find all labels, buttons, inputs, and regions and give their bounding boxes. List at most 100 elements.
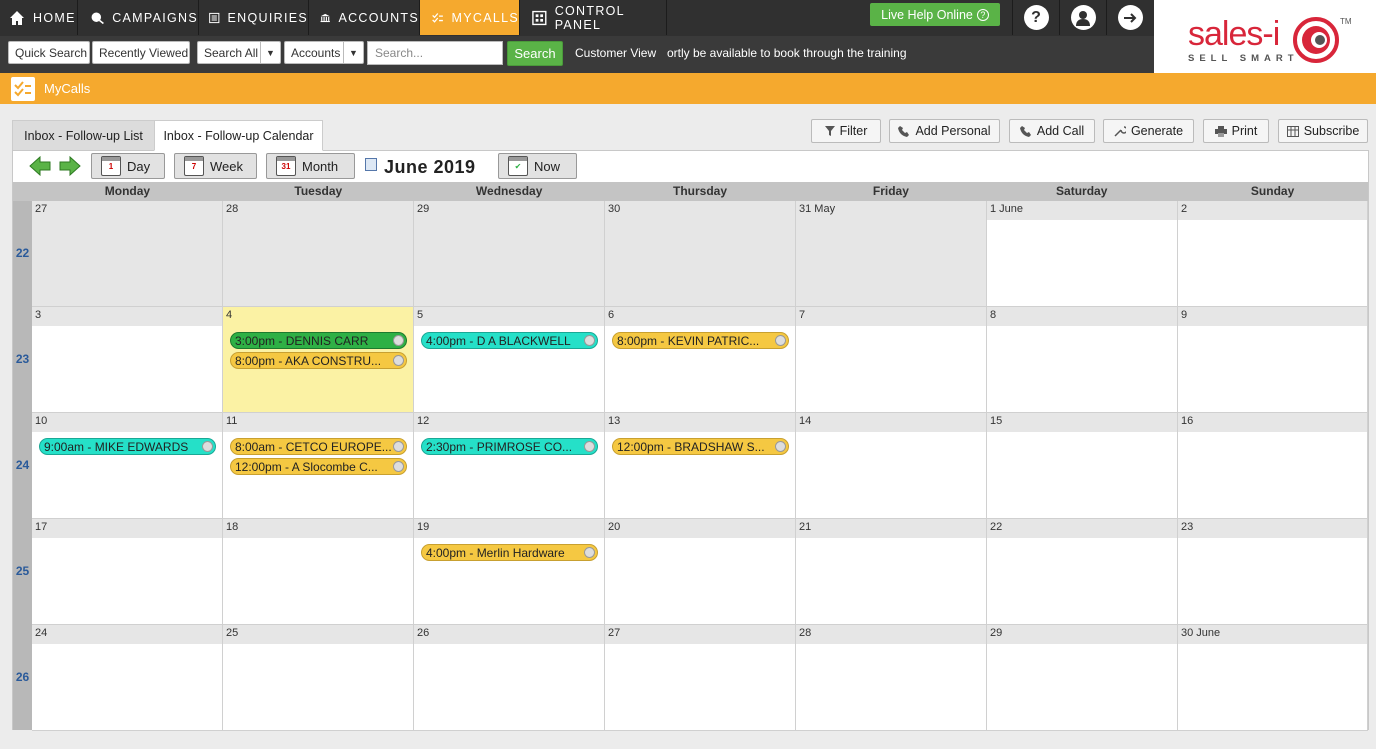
calendar-event[interactable]: 4:00pm - Merlin Hardware: [421, 544, 598, 561]
quick-search-button[interactable]: Quick Search: [8, 41, 90, 64]
user-profile-button[interactable]: [1059, 0, 1106, 35]
day-view-button[interactable]: 1 Day: [91, 153, 165, 179]
day-cell[interactable]: 16: [1178, 413, 1368, 519]
logout-button[interactable]: [1106, 0, 1153, 35]
recently-viewed-button[interactable]: Recently Viewed: [92, 41, 190, 64]
previous-arrow-icon[interactable]: [29, 156, 51, 176]
week-number[interactable]: 22: [13, 246, 32, 260]
nav-accounts[interactable]: ACCOUNTS: [309, 0, 420, 35]
calendar-event[interactable]: 4:00pm - D A BLACKWELL: [421, 332, 598, 349]
now-button[interactable]: ✔ Now: [498, 153, 577, 179]
day-cell[interactable]: 20: [605, 519, 796, 625]
weekday-header: Monday Tuesday Wednesday Thursday Friday Satu…: [13, 182, 1368, 201]
day-cell[interactable]: 3: [32, 307, 223, 413]
day-cell[interactable]: 24: [32, 625, 223, 731]
day-cell[interactable]: 28: [796, 625, 987, 731]
day-cell[interactable]: 19: [414, 519, 605, 625]
nav-enquiries[interactable]: ENQUIRIES: [199, 0, 309, 35]
next-arrow-icon[interactable]: [59, 156, 81, 176]
nav-mycalls[interactable]: MYCALLS: [420, 0, 520, 35]
live-help-button[interactable]: Live Help Online ?: [870, 3, 1000, 26]
day-cell[interactable]: 29: [414, 201, 605, 307]
day-cell[interactable]: 31 May: [796, 201, 987, 307]
weekday-monday: Monday: [104, 184, 151, 198]
calendar-event[interactable]: 3:00pm - DENNIS CARR: [230, 332, 407, 349]
day-cell[interactable]: 27: [605, 625, 796, 731]
day-cell[interactable]: 23: [1178, 519, 1368, 625]
day-cell[interactable]: 29: [987, 625, 1178, 731]
month-view-button[interactable]: 31 Month: [266, 153, 355, 179]
nav-control-panel[interactable]: CONTROL PANEL: [520, 0, 667, 35]
day-cell[interactable]: 30: [605, 201, 796, 307]
contact-avatar-icon: [775, 441, 786, 452]
day-number: 27: [605, 625, 795, 644]
week-view-button[interactable]: 7 Week: [174, 153, 257, 179]
filter-button[interactable]: Filter: [811, 119, 881, 143]
subscribe-button[interactable]: Subscribe: [1278, 119, 1368, 143]
day-number: 15: [987, 413, 1177, 432]
nav-enquiries-label: ENQUIRIES: [227, 10, 308, 25]
day-cell[interactable]: 17: [32, 519, 223, 625]
logo-text: sales-i: [1188, 15, 1280, 53]
calendar-event[interactable]: 8:00am - CETCO EUROPE...: [230, 438, 407, 455]
event-label: 12:00pm - A Slocombe C...: [235, 460, 378, 474]
event-label: 2:30pm - PRIMROSE CO...: [426, 440, 573, 454]
day-cell[interactable]: 26: [414, 625, 605, 731]
day-cell[interactable]: 6: [605, 307, 796, 413]
day-cell[interactable]: 18: [223, 519, 414, 625]
week-number[interactable]: 26: [13, 670, 32, 684]
tab-follow-up-list[interactable]: Inbox - Follow-up List: [12, 120, 155, 151]
day-number: 19: [414, 519, 604, 538]
day-cell[interactable]: 1 June: [987, 201, 1178, 307]
week-number[interactable]: 24: [13, 458, 32, 472]
day-number: 22: [987, 519, 1177, 538]
day-cell[interactable]: 8: [987, 307, 1178, 413]
add-call-button[interactable]: Add Call: [1009, 119, 1095, 143]
day-cell[interactable]: 7: [796, 307, 987, 413]
day-cell[interactable]: 9: [1178, 307, 1368, 413]
month-view-label: Month: [302, 158, 339, 174]
day-number: 21: [796, 519, 986, 538]
date-picker-icon[interactable]: [365, 158, 377, 171]
search-all-dropdown[interactable]: Search All ▼: [197, 41, 281, 64]
help-button[interactable]: ?: [1012, 0, 1059, 35]
nav-campaigns[interactable]: CAMPAIGNS: [78, 0, 199, 35]
calendar-event[interactable]: 12:00pm - BRADSHAW S...: [612, 438, 789, 455]
week-number[interactable]: 25: [13, 564, 32, 578]
day-number: 28: [796, 625, 986, 644]
day-number: 23: [1178, 519, 1367, 538]
week-number[interactable]: 23: [13, 352, 32, 366]
day-cell[interactable]: 28: [223, 201, 414, 307]
print-button[interactable]: Print: [1203, 119, 1269, 143]
add-personal-button[interactable]: Add Personal: [889, 119, 1000, 143]
weekday-friday: Friday: [872, 184, 909, 198]
generate-button[interactable]: Generate: [1103, 119, 1194, 143]
customer-view-link[interactable]: Customer View: [575, 46, 656, 60]
day-cell[interactable]: 14: [796, 413, 987, 519]
day-cell[interactable]: 21: [796, 519, 987, 625]
calendar-event[interactable]: 8:00pm - KEVIN PATRIC...: [612, 332, 789, 349]
calendar-event[interactable]: 8:00pm - AKA CONSTRU...: [230, 352, 407, 369]
day-cell[interactable]: 30 June: [1178, 625, 1368, 731]
accounts-dropdown[interactable]: Accounts ▼: [284, 41, 364, 64]
day-cell[interactable]: 2: [1178, 201, 1368, 307]
calendar-event[interactable]: 9:00am - MIKE EDWARDS: [39, 438, 216, 455]
day-cell[interactable]: 15: [987, 413, 1178, 519]
day-cell[interactable]: 27: [32, 201, 223, 307]
calendar-event[interactable]: 12:00pm - A Slocombe C...: [230, 458, 407, 475]
search-button[interactable]: Search: [507, 41, 563, 66]
calendar-event[interactable]: 2:30pm - PRIMROSE CO...: [421, 438, 598, 455]
day-cell[interactable]: 5: [414, 307, 605, 413]
campaigns-icon: [91, 11, 104, 24]
search-input[interactable]: [367, 41, 503, 65]
contact-avatar-icon: [584, 441, 595, 452]
day-cell[interactable]: 25: [223, 625, 414, 731]
day-number: 2: [1178, 201, 1367, 220]
day-cell[interactable]: 13: [605, 413, 796, 519]
tab-follow-up-calendar[interactable]: Inbox - Follow-up Calendar: [154, 120, 323, 151]
day-cell[interactable]: 12: [414, 413, 605, 519]
logo-area: sales-i TM SELL SMART: [1154, 0, 1376, 73]
nav-home[interactable]: HOME: [0, 0, 78, 35]
day-cell[interactable]: 22: [987, 519, 1178, 625]
day-cell[interactable]: 10: [32, 413, 223, 519]
